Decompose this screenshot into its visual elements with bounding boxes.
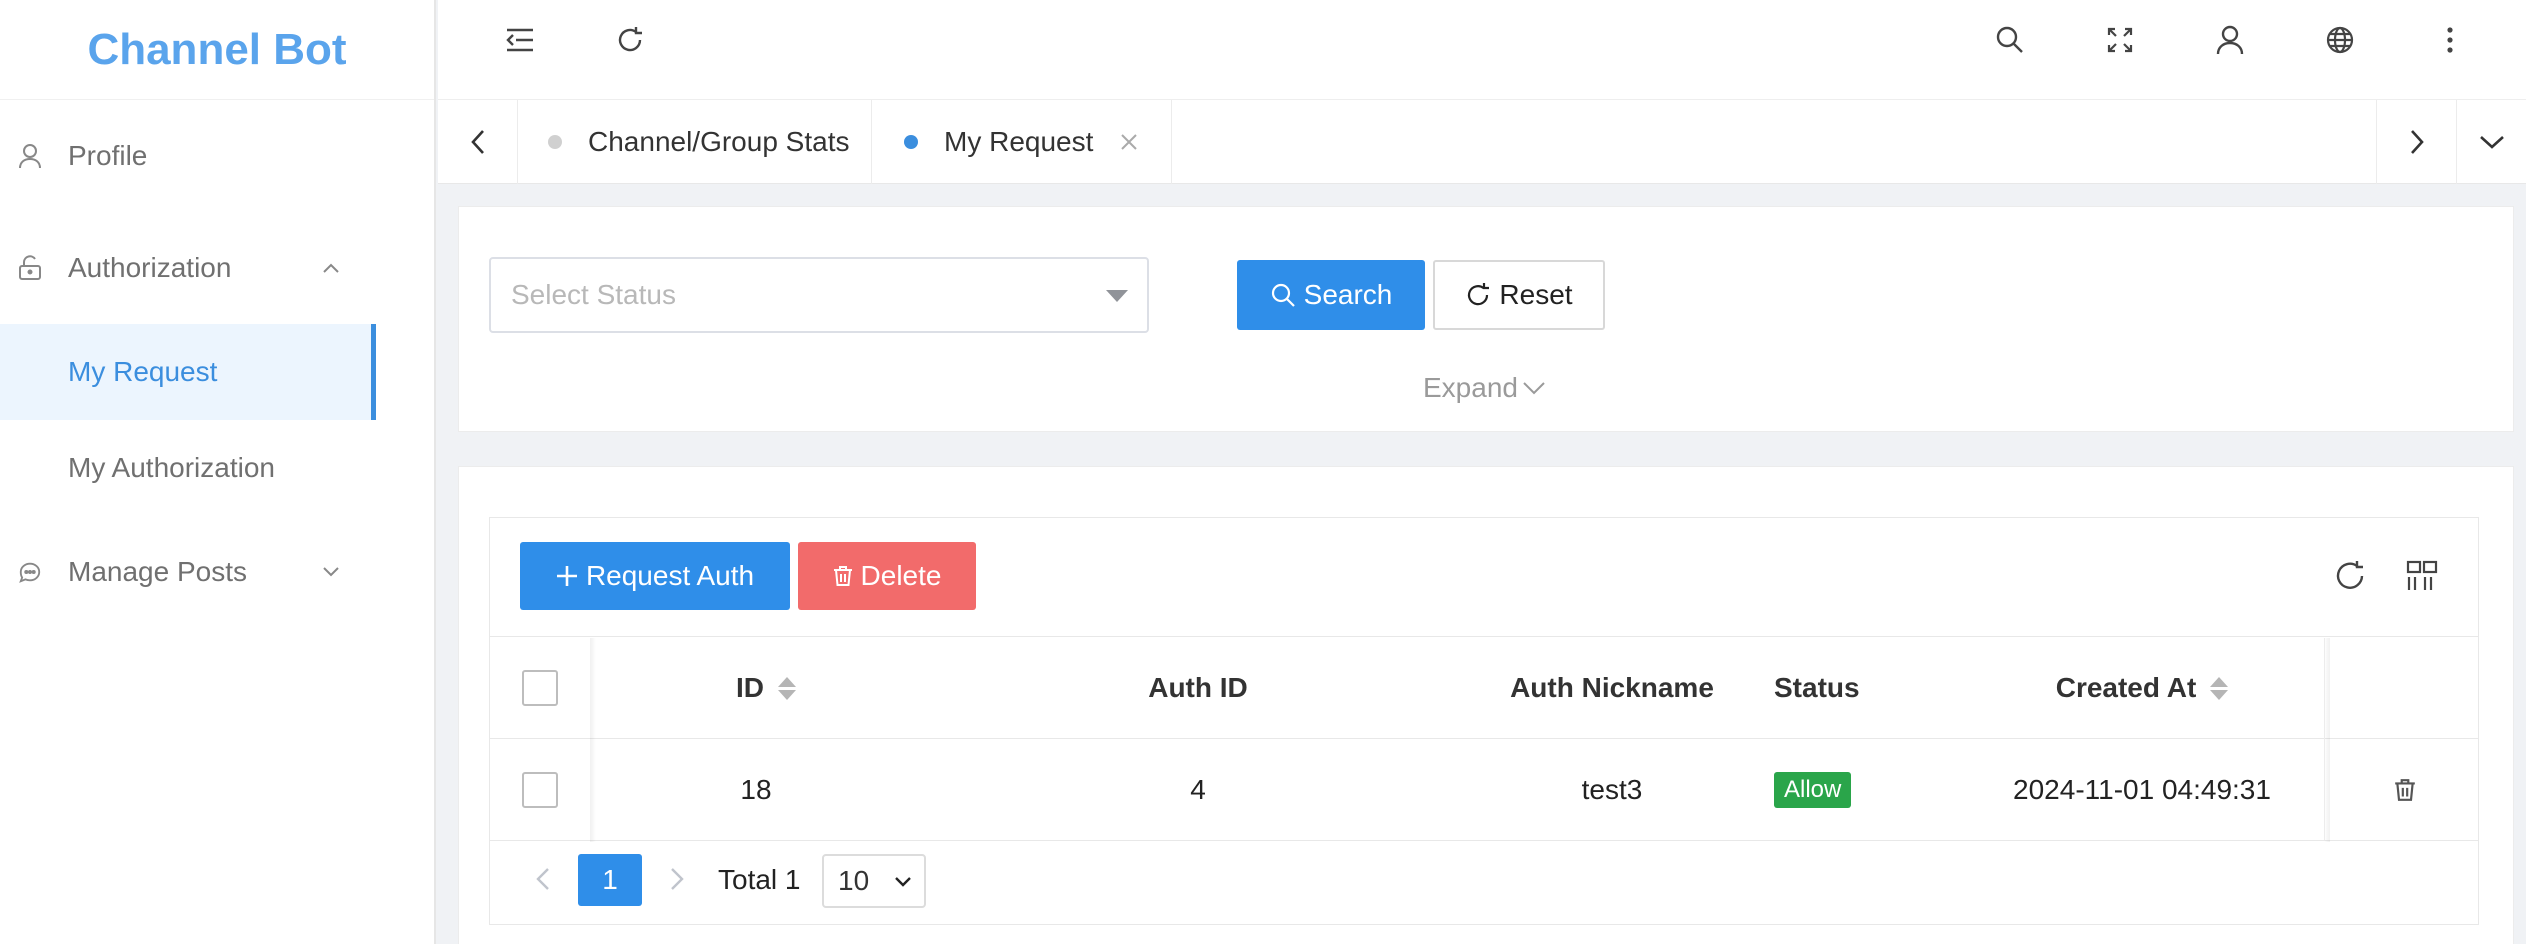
chevron-up-icon [320, 257, 342, 279]
menu-fold-icon[interactable] [502, 22, 538, 58]
table-divider [490, 636, 2478, 637]
fixed-column-shadow [590, 638, 596, 842]
column-divider [2324, 638, 2325, 840]
tab-my-request[interactable]: My Request [872, 100, 1172, 184]
status-select[interactable]: Select Status [489, 257, 1149, 333]
status-badge: Allow [1774, 772, 1852, 808]
trash-icon[interactable] [2394, 778, 2416, 802]
sidebar-item-label: Profile [68, 140, 148, 171]
sidebar-item-label: My Authorization [68, 452, 275, 483]
expand-toggle[interactable]: Expand [1423, 372, 1546, 404]
delete-button-label: Delete [860, 560, 942, 591]
cell-actions [2330, 740, 2480, 840]
pagination-total: Total 1 [718, 864, 801, 895]
select-all-checkbox[interactable] [522, 670, 558, 706]
user-icon [18, 143, 42, 169]
sidebar-item-authorization[interactable]: Authorization [0, 232, 376, 304]
cell-status: Allow [1764, 740, 1960, 840]
chevron-down-icon [320, 561, 342, 583]
prev-page-button[interactable] [528, 864, 558, 894]
chat-icon [18, 559, 42, 585]
cell-created-at: 2024-11-01 04:49:31 [2013, 774, 2271, 805]
chevron-left-icon [536, 868, 549, 890]
row-checkbox[interactable] [522, 772, 558, 808]
page-size-select[interactable]: 10 [822, 854, 926, 908]
chevron-right-icon [2410, 130, 2424, 154]
reset-button[interactable]: Reset [1433, 260, 1605, 330]
tabs-scroll-left-button[interactable] [438, 100, 518, 184]
chevron-down-icon [2479, 136, 2504, 149]
sidebar-item-label: Manage Posts [68, 556, 247, 587]
tab-status-dot [548, 135, 562, 149]
chevron-right-icon [671, 868, 684, 890]
tabs-menu-button[interactable] [2456, 100, 2526, 184]
chevron-left-icon [470, 130, 484, 154]
more-icon[interactable] [2432, 22, 2468, 58]
sort-icon [778, 676, 796, 700]
search-icon[interactable] [1992, 22, 2028, 58]
cell-auth-id: 4 [1190, 774, 1206, 805]
table-card: Request Auth Delete ID Auth ID Auth Nick… [458, 466, 2514, 944]
status-select-placeholder: Select Status [511, 279, 676, 310]
reset-button-label: Reset [1499, 279, 1573, 310]
refresh-icon [1468, 283, 1490, 306]
tab-status-dot [904, 135, 918, 149]
sort-icon [2210, 676, 2229, 700]
close-icon[interactable] [1119, 132, 1139, 152]
filter-card: Select Status Search Reset Expand [458, 206, 2514, 432]
sidebar-item-my-request[interactable]: My Request [0, 324, 376, 420]
sidebar-item-label: My Request [68, 356, 218, 387]
page-number-button[interactable]: 1 [578, 854, 642, 906]
column-header-auth-id: Auth ID [1148, 672, 1248, 703]
expand-label: Expand [1423, 372, 1518, 403]
delete-button[interactable]: Delete [798, 542, 976, 610]
sidebar-item-profile[interactable]: Profile [0, 120, 376, 192]
globe-icon[interactable] [2322, 22, 2358, 58]
trash-icon [833, 566, 852, 586]
request-auth-label: Request Auth [585, 560, 755, 591]
cell-id: 18 [740, 774, 772, 805]
search-button[interactable]: Search [1237, 260, 1425, 330]
column-header-created-at[interactable]: Created At [1960, 638, 2324, 738]
refresh-icon[interactable] [612, 22, 648, 58]
request-auth-button[interactable]: Request Auth [520, 542, 790, 610]
tabs-bar: Channel/Group Stats My Request [438, 100, 2526, 184]
page-size-value: 10 [838, 865, 870, 896]
plus-icon [556, 566, 577, 586]
column-header-id[interactable]: ID [596, 638, 936, 738]
tab-label: My Request [944, 126, 1094, 157]
top-header [438, 0, 2526, 100]
chevron-down-icon [1523, 382, 1545, 395]
data-table: Request Auth Delete ID Auth ID Auth Nick… [489, 517, 2479, 925]
tab-channel-group-stats[interactable]: Channel/Group Stats [518, 100, 872, 184]
next-page-button[interactable] [662, 864, 692, 894]
search-button-label: Search [1303, 279, 1393, 310]
refresh-icon[interactable] [2332, 558, 2368, 594]
cell-auth-nickname: test3 [1581, 774, 1643, 805]
column-header-auth-nickname: Auth Nickname [1510, 672, 1714, 703]
tab-label: Channel/Group Stats [588, 126, 850, 157]
sidebar-item-manage-posts[interactable]: Manage Posts [0, 536, 376, 608]
lock-icon [18, 255, 42, 281]
app-logo: Channel Bot [0, 0, 434, 100]
sidebar-item-my-authorization[interactable]: My Authorization [0, 432, 376, 504]
table-divider [490, 738, 2478, 739]
fullscreen-icon[interactable] [2102, 22, 2138, 58]
column-settings-icon[interactable] [2404, 558, 2440, 594]
tabs-scroll-right-button[interactable] [2376, 100, 2456, 184]
user-icon[interactable] [2212, 22, 2248, 58]
sidebar-item-label: Authorization [68, 252, 232, 283]
table-divider [490, 840, 2478, 841]
caret-down-icon [1105, 289, 1129, 308]
search-icon [1271, 283, 1295, 307]
chevron-down-icon [895, 877, 911, 887]
sidebar: Channel Bot Profile Authorization My Req… [0, 0, 436, 944]
